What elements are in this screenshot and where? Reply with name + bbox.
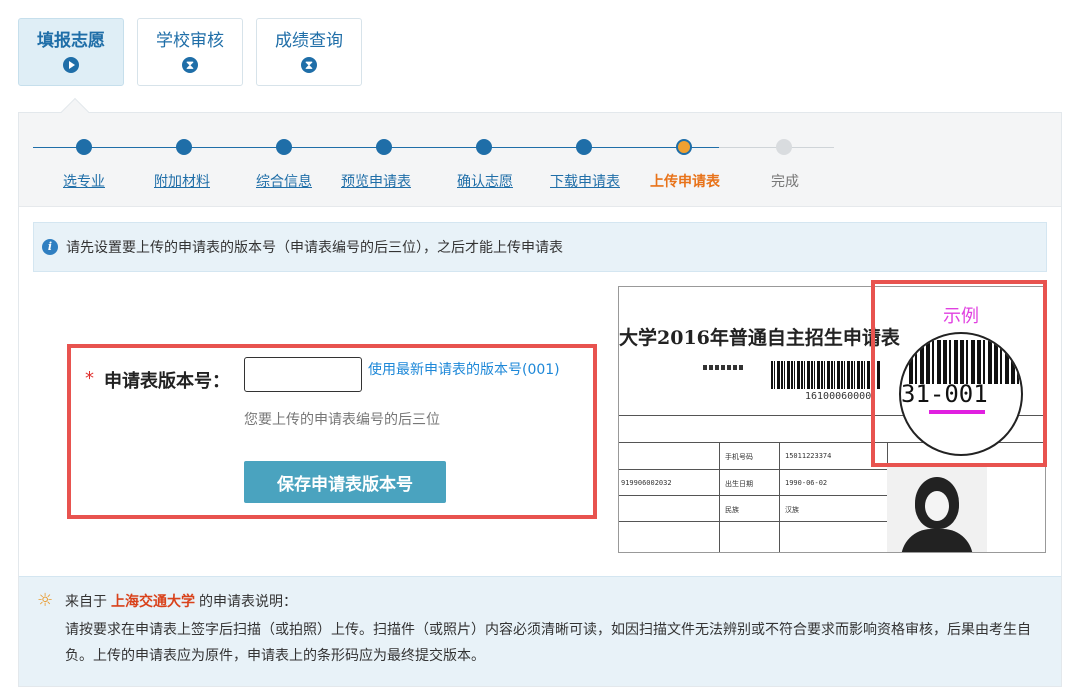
hourglass-icon [301, 56, 317, 74]
required-asterisk: * [85, 368, 94, 389]
tab-label: 学校审核 [156, 31, 224, 51]
step-dot-4 [376, 139, 392, 155]
doc-cell: 1990-06-02 [785, 479, 828, 487]
form-explanation: 来自于 上海交通大学 的申请表说明： 请按要求在申请表上签字后扫描（或拍照）上传… [19, 576, 1061, 686]
explanation-prefix: 来自于 [65, 594, 107, 610]
step-link-general-info[interactable]: 综合信息 [256, 171, 312, 191]
lightbulb-icon [37, 590, 57, 612]
doc-cell: 出生日期 [725, 480, 753, 488]
info-notice: i 请先设置要上传的申请表的版本号（申请表编号的后三位），之后才能上传申请表 [33, 222, 1047, 272]
step-dot-3 [276, 139, 292, 155]
info-icon: i [42, 239, 58, 255]
tab-score-query[interactable]: 成绩查询 [256, 18, 362, 86]
school-name: 上海交通大学 [111, 594, 195, 610]
step-complete: 完成 [771, 174, 799, 190]
doc-divider [619, 521, 887, 522]
doc-divider [619, 495, 887, 496]
applicant-photo [887, 467, 987, 552]
play-icon [63, 57, 79, 73]
step-link-preview-form[interactable]: 预览申请表 [341, 171, 411, 191]
doc-number-label [703, 365, 743, 370]
doc-cell: 919906002032 [621, 479, 672, 487]
step-current-upload-form: 上传申请表 [650, 174, 720, 190]
top-tabs: 填报志愿 学校审核 成绩查询 [18, 18, 362, 86]
step-dot-1 [76, 139, 92, 155]
step-link-additional-materials[interactable]: 附加材料 [154, 171, 210, 191]
doc-barcode-number: 16100060000 [805, 391, 872, 402]
main-panel: 选专业 附加材料 综合信息 预览申请表 确认志愿 下载申请表 上传申请表 完成 … [18, 97, 1062, 687]
version-input[interactable] [244, 357, 362, 392]
magnified-version-number: 31-001 [901, 380, 988, 408]
doc-cell: 手机号码 [725, 453, 753, 461]
doc-cell: 汉族 [785, 506, 799, 514]
step-dot-6 [576, 139, 592, 155]
explanation-suffix: 的申请表说明： [199, 594, 297, 610]
doc-divider [779, 442, 780, 552]
use-latest-version-link[interactable]: 使用最新申请表的版本号(001) [368, 359, 560, 379]
step-dot-current [676, 139, 692, 155]
step-dot-2 [176, 139, 192, 155]
barcode-icon [909, 340, 1019, 384]
explanation-body: 请按要求在申请表上签字后扫描（或拍照）上传。扫描件（或照片）内容必须清晰可读，如… [65, 622, 1031, 664]
explanation-header: 来自于 上海交通大学 的申请表说明： [37, 590, 1043, 613]
example-label: 示例 [943, 306, 979, 327]
tab-fill-application[interactable]: 填报志愿 [18, 18, 124, 86]
doc-cell: 民族 [725, 506, 739, 514]
tab-school-review[interactable]: 学校审核 [137, 18, 243, 86]
hourglass-icon [182, 56, 198, 74]
doc-divider [619, 469, 887, 470]
version-label: 申请表版本号： [104, 371, 230, 392]
version-underline [929, 410, 985, 414]
tab-label: 填报志愿 [37, 31, 105, 51]
step-dot-todo [776, 139, 792, 155]
barcode-icon [771, 361, 881, 389]
doc-cell: 15011223374 [785, 452, 832, 460]
version-hint: 您要上传的申请表编号的后三位 [244, 412, 440, 428]
step-link-download-form[interactable]: 下载申请表 [550, 171, 620, 191]
save-version-button[interactable]: 保存申请表版本号 [244, 461, 446, 503]
doc-divider [719, 442, 720, 552]
step-line-done [689, 147, 719, 148]
step-progress-bar: 选专业 附加材料 综合信息 预览申请表 确认志愿 下载申请表 上传申请表 完成 [19, 113, 1061, 207]
magnifier-icon: 31-001 [899, 332, 1023, 456]
notice-text: 请先设置要上传的申请表的版本号（申请表编号的后三位），之后才能上传申请表 [66, 240, 563, 256]
example-highlight: 示例 31-001 [871, 280, 1047, 467]
step-link-select-major[interactable]: 选专业 [63, 171, 105, 191]
version-form: * 申请表版本号： 使用最新申请表的版本号(001) 您要上传的申请表编号的后三… [67, 344, 597, 519]
step-dot-5 [476, 139, 492, 155]
doc-title: 大学2016年普通自主招生申请表 [619, 327, 900, 349]
step-link-confirm-choices[interactable]: 确认志愿 [457, 171, 513, 191]
tab-label: 成绩查询 [275, 31, 343, 51]
